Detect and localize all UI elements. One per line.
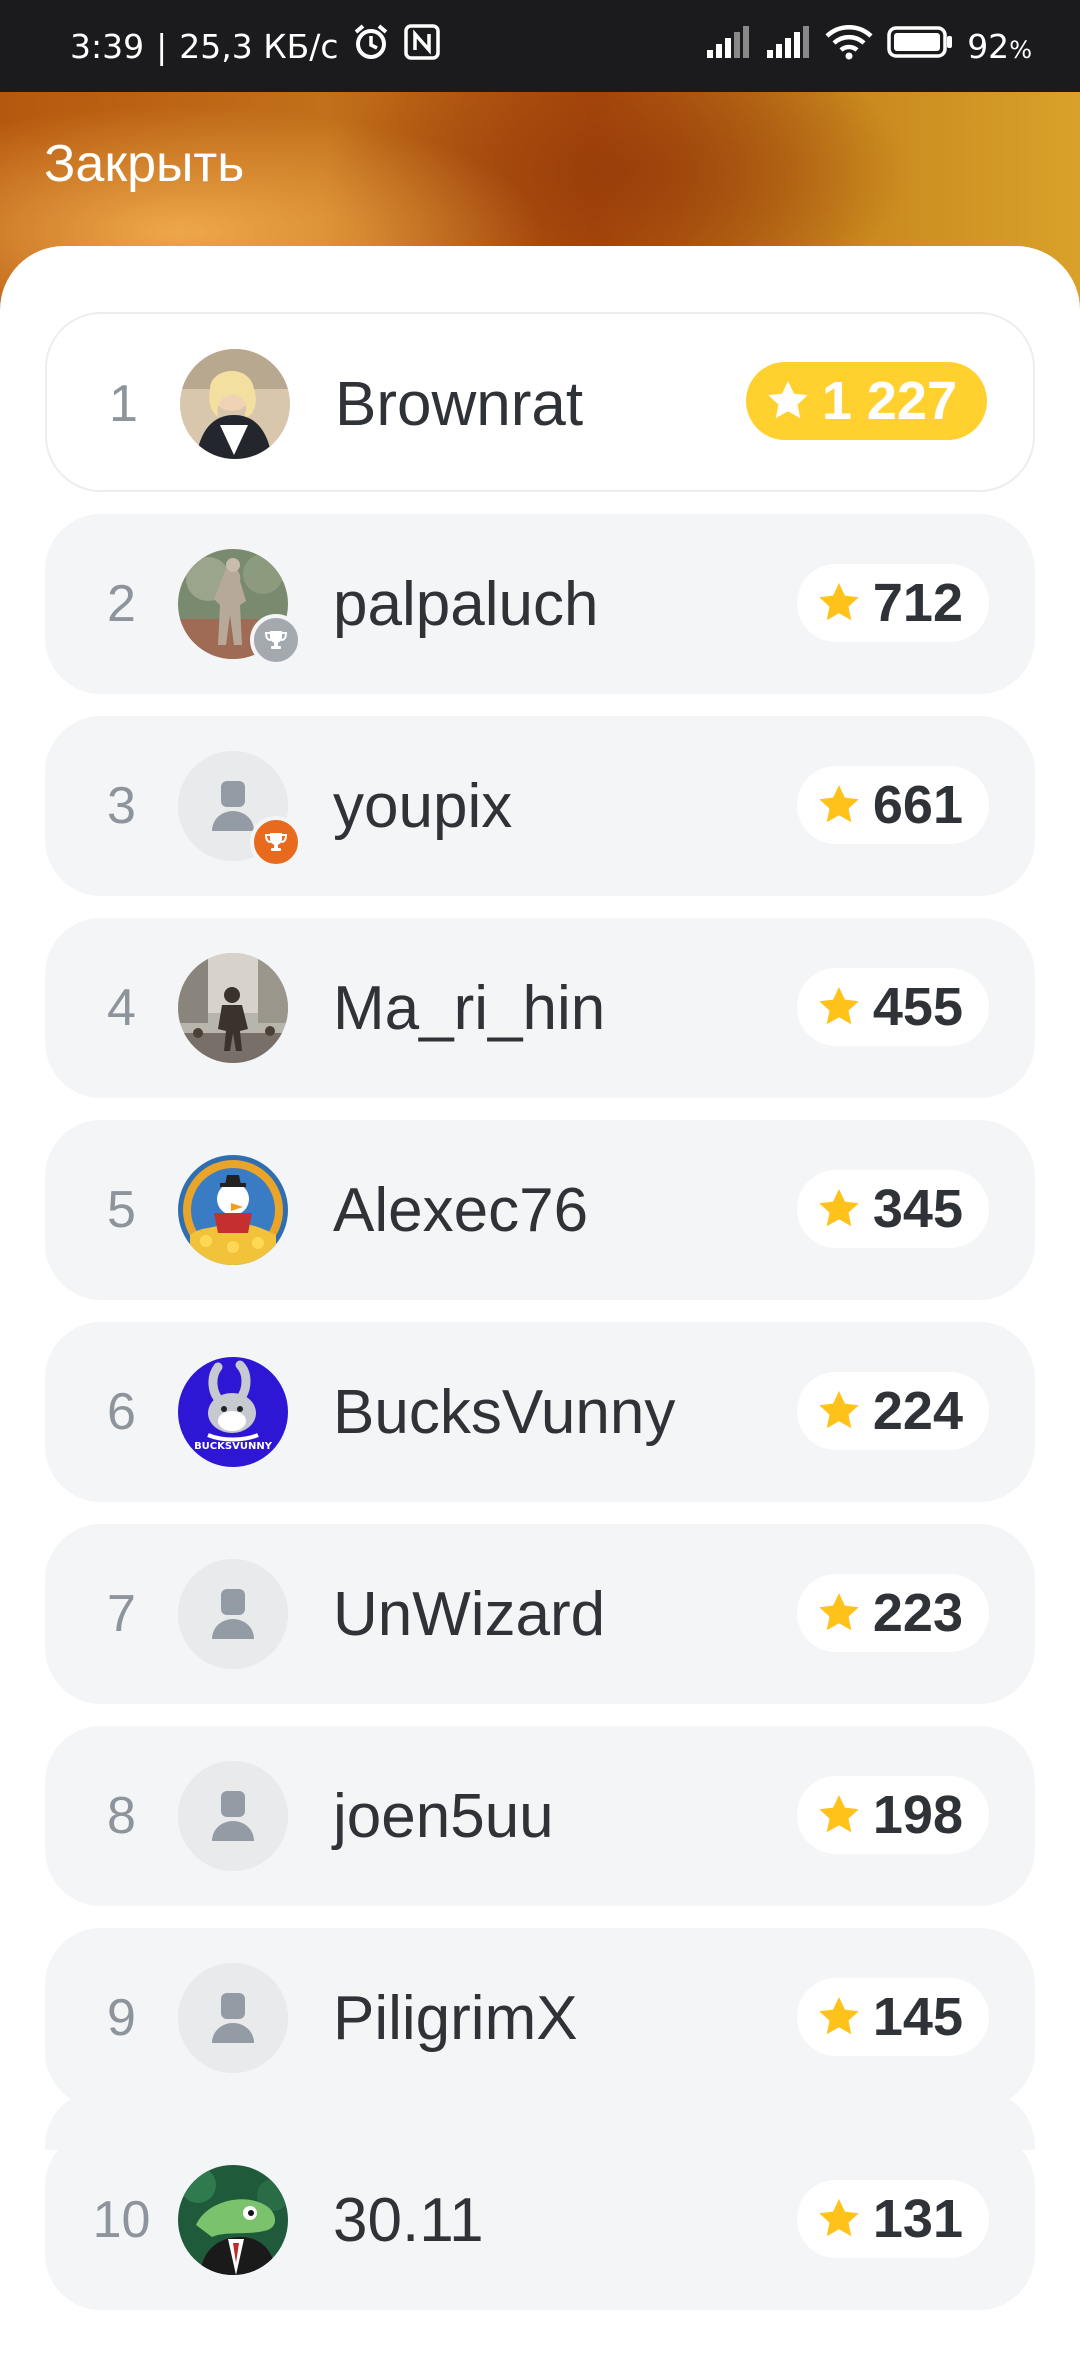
avatar[interactable] <box>178 953 288 1063</box>
rank-number: 6 <box>107 1383 136 1441</box>
user-name: UnWizard <box>333 1579 606 1649</box>
leaderboard-row[interactable]: 4 Ma_ri_hin 455 <box>45 918 1035 1098</box>
score-value: 131 <box>872 2189 963 2249</box>
rank-number: 10 <box>92 2191 151 2249</box>
user-name: joen5uu <box>333 1781 554 1851</box>
status-speed: 25,3 КБ/с <box>179 26 339 66</box>
score-value: 145 <box>872 1987 963 2047</box>
status-time: 3:39 <box>70 26 145 66</box>
score-value: 1 227 <box>821 371 957 431</box>
score-badge: 661 <box>796 766 989 844</box>
star-icon <box>815 1791 863 1839</box>
status-left: 3:39 | 25,3 КБ/с <box>70 22 441 70</box>
rank-number: 8 <box>107 1787 136 1845</box>
user-name: BucksVunny <box>333 1377 676 1447</box>
user-name: Ma_ri_hin <box>333 973 606 1043</box>
star-icon <box>815 1185 863 1233</box>
score-value: 661 <box>872 775 963 835</box>
star-icon <box>815 1993 863 2041</box>
rank-number: 4 <box>107 979 136 1037</box>
leaderboard-row[interactable]: 10 30.11 131 <box>45 2130 1035 2310</box>
user-name: youpix <box>333 771 513 841</box>
score-value: 345 <box>872 1179 963 1239</box>
battery-percent-unit: % <box>1009 35 1032 64</box>
star-icon <box>764 377 812 425</box>
nfc-icon <box>403 23 441 69</box>
rank-number: 9 <box>107 1989 136 2047</box>
rank-number: 1 <box>109 375 138 433</box>
signal-icon-2 <box>765 26 811 66</box>
status-separator: | <box>156 26 168 66</box>
score-badge: 224 <box>796 1372 989 1450</box>
score-value: 198 <box>872 1785 963 1845</box>
avatar[interactable]: BUCKSVUNNY <box>178 1357 288 1467</box>
avatar[interactable] <box>178 2165 288 2275</box>
score-badge: 198 <box>796 1776 989 1854</box>
silver-trophy-icon <box>250 614 302 666</box>
list-item-partial <box>45 2090 1035 2150</box>
score-value: 223 <box>872 1583 963 1643</box>
star-icon <box>815 2195 863 2243</box>
status-right: 92% <box>705 24 1032 68</box>
default-avatar-icon[interactable] <box>178 1761 288 1871</box>
star-icon <box>815 579 863 627</box>
battery-level: 92% <box>967 27 1032 66</box>
bronze-trophy-icon <box>250 816 302 868</box>
battery-icon <box>887 26 953 66</box>
score-badge: 1 227 <box>745 362 987 440</box>
rank-number: 7 <box>107 1585 136 1643</box>
score-badge: 223 <box>796 1574 989 1652</box>
alarm-icon <box>351 22 391 70</box>
user-name: palpaluch <box>333 569 599 639</box>
user-name: PiligrimX <box>333 1983 578 2053</box>
avatar[interactable] <box>180 349 290 459</box>
user-name: Alexec76 <box>333 1175 589 1245</box>
leaderboard-row[interactable]: 3 youpix 661 <box>45 716 1035 896</box>
leaderboard-row[interactable]: 5 Alexec76 345 <box>45 1120 1035 1300</box>
user-name: Brownrat <box>335 369 584 439</box>
score-value: 224 <box>872 1381 963 1441</box>
score-badge: 455 <box>796 968 989 1046</box>
score-value: 712 <box>872 573 963 633</box>
wifi-icon <box>825 24 873 68</box>
score-badge: 145 <box>796 1978 989 2056</box>
user-name: 30.11 <box>333 2185 484 2255</box>
star-icon <box>815 1387 863 1435</box>
rank-number: 2 <box>107 575 136 633</box>
leaderboard-sheet: 1 Brownrat 1 227 2 palpaluch 712 3 youpix 661 4 Ma… <box>0 246 1080 2366</box>
status-bar: 3:39 | 25,3 КБ/с 92% <box>0 0 1080 92</box>
default-avatar-icon[interactable] <box>178 1559 288 1669</box>
rank-number: 5 <box>107 1181 136 1239</box>
leaderboard-row[interactable]: 9 PiligrimX 145 <box>45 1928 1035 2108</box>
default-avatar-icon[interactable] <box>178 1963 288 2073</box>
star-icon <box>815 983 863 1031</box>
leaderboard-row[interactable]: 6 BUCKSVUNNY BucksVunny 224 <box>45 1322 1035 1502</box>
leaderboard-list: 1 Brownrat 1 227 2 palpaluch 712 3 youpix 661 4 Ma… <box>45 312 1035 2332</box>
leaderboard-row[interactable]: 1 Brownrat 1 227 <box>45 312 1035 492</box>
signal-icon <box>705 26 751 66</box>
rank-number: 3 <box>107 777 136 835</box>
bunny-logo-text: BUCKSVUNNY <box>194 1441 273 1452</box>
leaderboard-row[interactable]: 2 palpaluch 712 <box>45 514 1035 694</box>
close-button[interactable]: Закрыть <box>44 134 244 194</box>
star-icon <box>815 781 863 829</box>
star-icon <box>815 1589 863 1637</box>
leaderboard-row[interactable]: 8 joen5uu 198 <box>45 1726 1035 1906</box>
score-badge: 131 <box>796 2180 989 2258</box>
score-badge: 712 <box>796 564 989 642</box>
leaderboard-row[interactable]: 7 UnWizard 223 <box>45 1524 1035 1704</box>
score-badge: 345 <box>796 1170 989 1248</box>
avatar[interactable] <box>178 1155 288 1265</box>
score-value: 455 <box>872 977 963 1037</box>
battery-percent: 92 <box>967 26 1010 66</box>
